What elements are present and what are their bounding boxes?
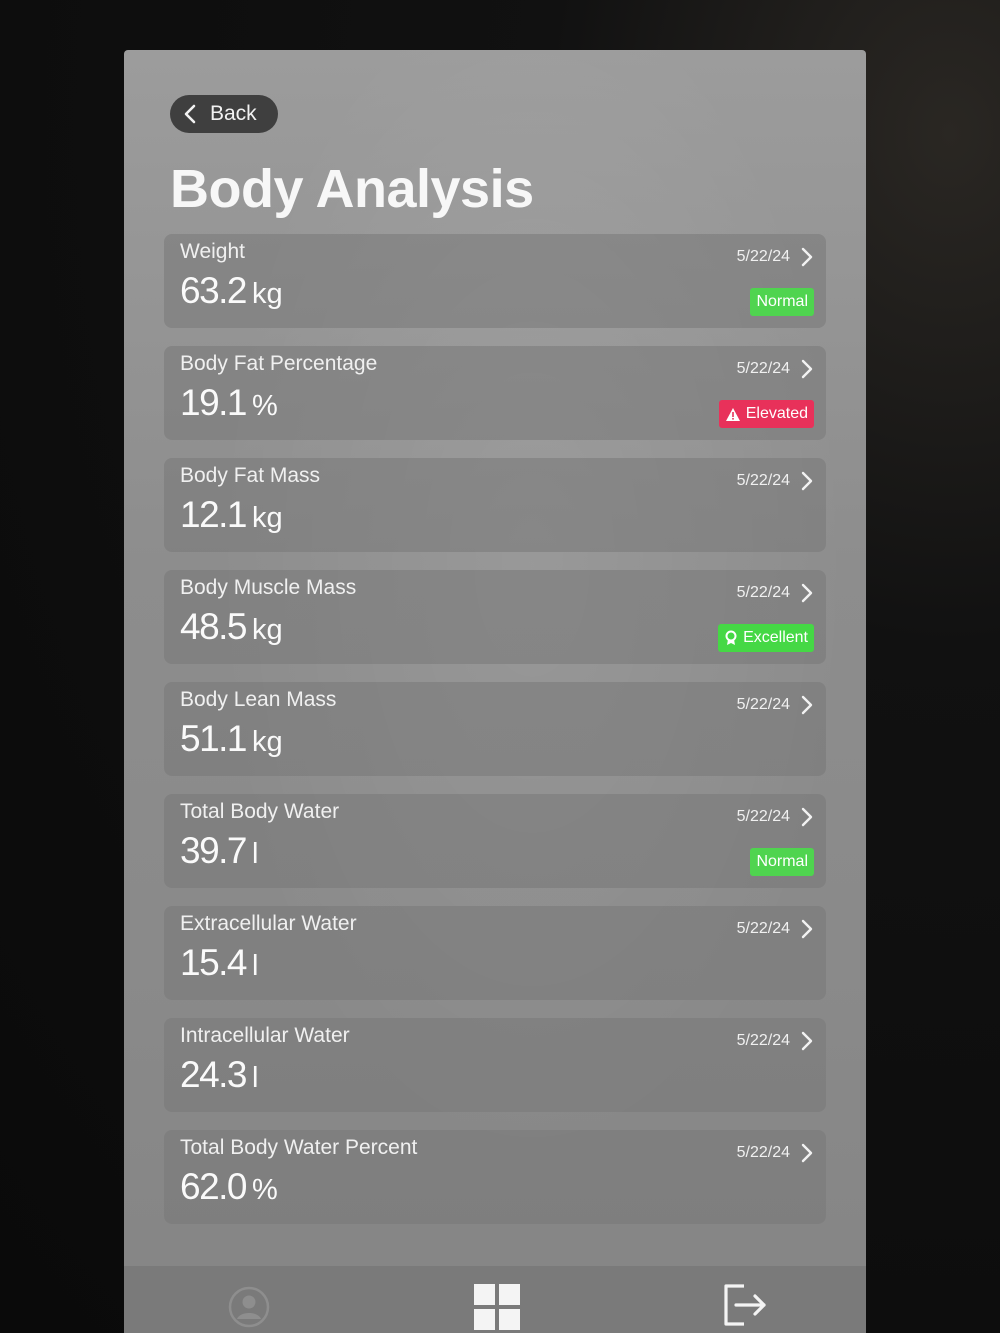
metric-label: Body Muscle Mass [180,576,357,599]
metric-date: 5/22/24 [736,1032,790,1049]
metric-label: Total Body Water [180,800,340,823]
metric-number: 62.0 [180,1166,248,1207]
page-title: Body Analysis [170,159,534,219]
chevron-right-icon [801,359,813,379]
metric-label: Body Fat Percentage [180,352,378,375]
metric-value: 62.0% [180,1166,278,1208]
badge-label: Normal [756,853,808,870]
chevron-right-icon [801,247,813,267]
metric-unit: kg [252,278,283,310]
chevron-right-icon [801,1143,813,1163]
metric-unit: l [252,838,259,870]
badge-label: Excellent [743,629,808,646]
badge-label: Normal [756,293,808,310]
metric-label: Total Body Water Percent [180,1136,418,1159]
metric-card-intracellular-water[interactable]: Intracellular Water 24.3 l 5/22/24 [164,1018,826,1112]
metric-value: 39.7 l [180,830,258,872]
metric-unit: l [252,950,259,982]
metric-number: 19.1 [180,382,248,423]
metric-unit: % [252,390,278,422]
metric-date: 5/22/24 [736,920,790,937]
metric-card-body-muscle-mass[interactable]: Body Muscle Mass 48.5 kg 5/22/24 Excellen… [164,570,826,664]
metric-card-extracellular-water[interactable]: Extracellular Water 15.4 l 5/22/24 [164,906,826,1000]
metric-unit: kg [252,614,283,646]
metric-date: 5/22/24 [736,472,790,489]
metric-number: 48.5 [180,606,248,647]
status-badge: Elevated [718,400,814,428]
back-button[interactable]: Back [170,95,278,133]
metric-date: 5/22/24 [736,360,790,377]
metric-label: Extracellular Water [180,912,357,935]
metric-number: 12.1 [180,494,248,535]
metric-value: 63.2 kg [180,270,283,312]
metric-number: 51.1 [180,718,248,759]
metric-label: Intracellular Water [180,1024,350,1047]
metrics-list: Weight 63.2 kg 5/22/24 Normal Body Fat Pe… [164,234,826,1242]
metric-date: 5/22/24 [736,808,790,825]
metric-card-body-fat-percentage[interactable]: Body Fat Percentage 19.1% 5/22/24 Elevat… [164,346,826,440]
profile-icon[interactable] [228,1286,270,1328]
metric-value: 51.1 kg [180,718,283,760]
metric-number: 15.4 [180,942,248,983]
metric-date: 5/22/24 [736,696,790,713]
metric-card-body-lean-mass[interactable]: Body Lean Mass 51.1 kg 5/22/24 [164,682,826,776]
metric-unit: l [252,1062,259,1094]
status-badge: Excellent [718,624,814,652]
metric-value: 12.1 kg [180,494,283,536]
metric-label: Body Fat Mass [180,464,321,487]
status-badge: Normal [750,288,814,316]
screen: Back Body Analysis Weight 63.2 kg 5/22/24… [124,50,866,1333]
warning-icon [725,407,740,421]
chevron-right-icon [801,807,813,827]
metric-value: 15.4 l [180,942,258,984]
badge-label: Elevated [745,405,808,422]
metric-unit: kg [252,502,283,534]
chevron-right-icon [801,583,813,603]
bottom-nav [124,1266,866,1333]
metric-card-weight[interactable]: Weight 63.2 kg 5/22/24 Normal [164,234,826,328]
metric-date: 5/22/24 [736,1144,790,1161]
metric-card-total-body-water-percent[interactable]: Total Body Water Percent 62.0% 5/22/24 [164,1130,826,1224]
grid-icon[interactable] [474,1284,520,1330]
chevron-right-icon [801,1031,813,1051]
chevron-right-icon [801,695,813,715]
metric-number: 63.2 [180,270,248,311]
metric-date: 5/22/24 [736,248,790,265]
status-badge: Normal [750,848,814,876]
chevron-right-icon [801,919,813,939]
chevron-left-icon [184,104,196,124]
metric-value: 19.1% [180,382,278,424]
back-label: Back [210,102,257,125]
metric-card-body-fat-mass[interactable]: Body Fat Mass 12.1 kg 5/22/24 [164,458,826,552]
metric-number: 24.3 [180,1054,248,1095]
award-icon [725,630,737,645]
chevron-right-icon [801,471,813,491]
metric-unit: % [252,1174,278,1206]
metric-label: Weight [180,240,245,263]
metric-number: 39.7 [180,830,248,871]
metric-card-total-body-water[interactable]: Total Body Water 39.7 l 5/22/24 Normal [164,794,826,888]
metric-label: Body Lean Mass [180,688,337,711]
metric-date: 5/22/24 [736,584,790,601]
metric-value: 48.5 kg [180,606,283,648]
metric-value: 24.3 l [180,1054,258,1096]
metric-unit: kg [252,726,283,758]
logout-icon[interactable] [722,1282,770,1328]
